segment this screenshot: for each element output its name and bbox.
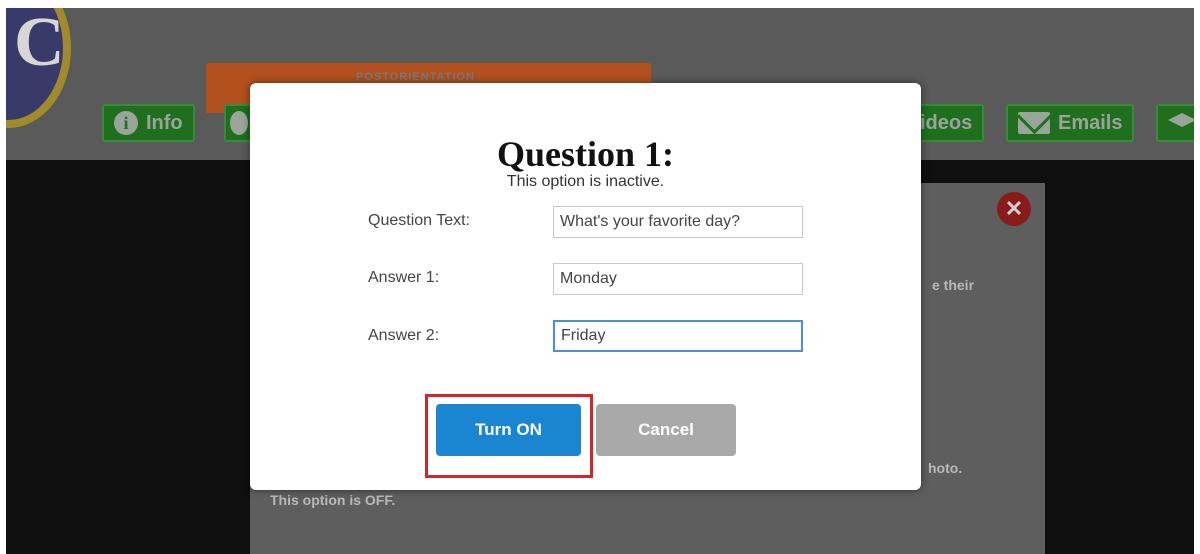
cancel-button[interactable]: Cancel: [596, 404, 736, 456]
tab-emails[interactable]: Emails: [1006, 104, 1135, 142]
background-text-photo: hoto.: [928, 460, 963, 476]
app-logo-letter: C: [14, 8, 65, 81]
tab-emails-label: Emails: [1058, 111, 1123, 134]
question-text-label: Question Text:: [368, 212, 470, 229]
mail-icon: [1018, 112, 1050, 134]
dialog-title: Question 1:: [496, 134, 674, 174]
graduation-cap-icon: [1168, 113, 1194, 127]
tab-videos-label: ideos: [920, 111, 973, 134]
background-option-status: This option is OFF.: [270, 492, 396, 508]
cloud-icon: [230, 111, 248, 135]
highlight-box: [425, 394, 593, 478]
info-icon: i: [114, 111, 138, 135]
tab-info[interactable]: i Info: [102, 104, 195, 142]
close-icon[interactable]: ✕: [997, 192, 1031, 226]
screen: C POSTORIENTATION i Info ideos Emails ✕ …: [0, 0, 1200, 554]
answer-1-input[interactable]: [553, 263, 803, 295]
answer-1-label: Answer 1:: [368, 269, 440, 286]
dialog-status-text: This option is inactive.: [506, 173, 665, 190]
tab-courses[interactable]: [1156, 104, 1194, 142]
tab-info-label: Info: [146, 111, 183, 134]
answer-2-label: Answer 2:: [368, 327, 440, 344]
tab-videos[interactable]: ideos: [914, 104, 985, 142]
banner-label: POSTORIENTATION: [356, 71, 475, 83]
answer-2-input[interactable]: [553, 320, 803, 352]
question-text-input[interactable]: [553, 206, 803, 238]
background-text-their: e their: [932, 277, 975, 293]
